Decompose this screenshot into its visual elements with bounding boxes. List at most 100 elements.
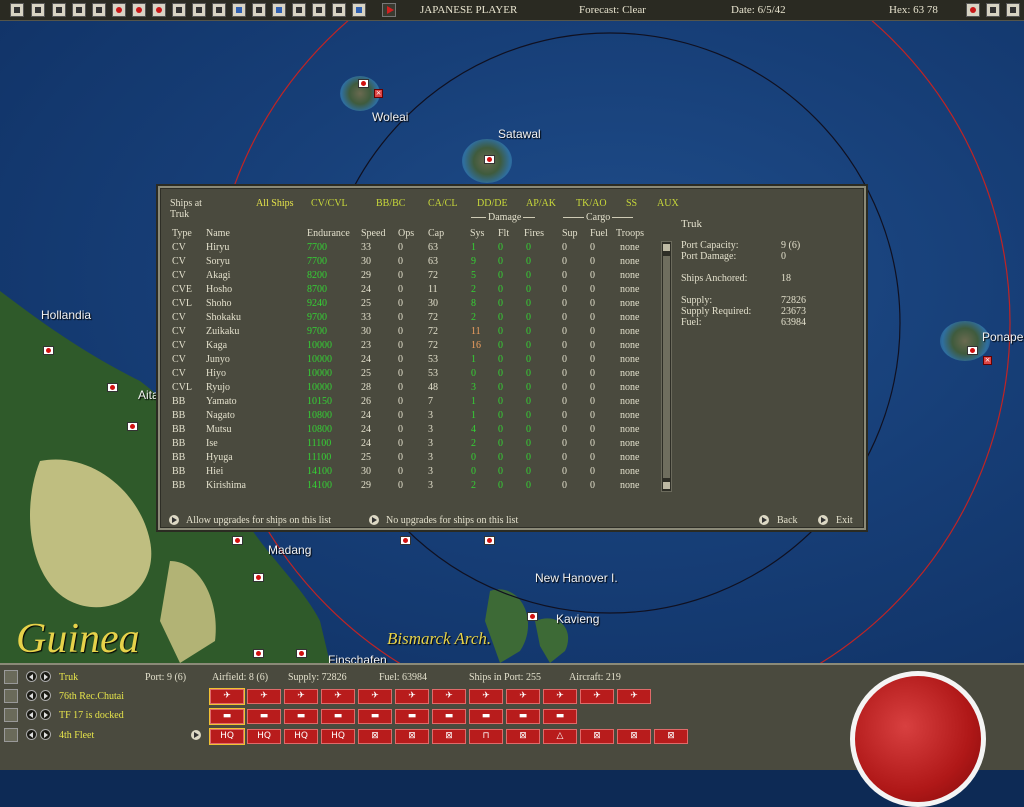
airgroup-icon[interactable] bbox=[4, 689, 18, 703]
prev-hq-button[interactable] bbox=[26, 729, 37, 740]
hq-unit-unit-icon[interactable]: HQ bbox=[247, 729, 281, 744]
ship-unit-icon[interactable]: ▬ bbox=[284, 709, 318, 724]
filter-dd-de[interactable]: DD/DE bbox=[477, 198, 508, 209]
hq-next-arrow-icon[interactable] bbox=[191, 730, 201, 740]
taskforce-icon[interactable] bbox=[4, 708, 18, 722]
op-icon[interactable] bbox=[312, 3, 326, 17]
scroll-down-icon[interactable] bbox=[663, 482, 670, 489]
col-sys[interactable]: Sys bbox=[470, 228, 484, 239]
base-flag-kavieng[interactable] bbox=[527, 612, 538, 621]
ship-row[interactable]: CV Zuikaku 9700 30 0 72 11 0 0 0 0 none bbox=[160, 326, 660, 340]
air-unit-name[interactable]: 76th Rec.Chutai bbox=[59, 691, 124, 702]
scroll-up-icon[interactable] bbox=[663, 244, 670, 251]
next-air-button[interactable] bbox=[40, 690, 51, 701]
exit-arrow-icon[interactable] bbox=[818, 515, 828, 525]
ship-unit-icon[interactable]: ▬ bbox=[469, 709, 503, 724]
ship-row[interactable]: CVL Shoho 9240 25 0 30 8 0 0 0 0 none bbox=[160, 298, 660, 312]
ship-row[interactable]: BB Hiei 14100 30 0 3 0 0 0 0 0 none bbox=[160, 466, 660, 480]
scroll-thumb[interactable] bbox=[663, 256, 670, 478]
ship-row[interactable]: BB Ise 11100 24 0 3 2 0 0 0 0 none bbox=[160, 438, 660, 452]
aircraft-unit-icon[interactable]: ✈ bbox=[543, 689, 577, 704]
filter-bb-bc[interactable]: BB/BC bbox=[376, 198, 405, 209]
list-icon[interactable] bbox=[72, 3, 86, 17]
base-flag-hollandia[interactable] bbox=[43, 346, 54, 355]
flag-icon[interactable] bbox=[172, 3, 186, 17]
screen-icon[interactable] bbox=[352, 3, 366, 17]
flag-toggle-icon[interactable] bbox=[966, 3, 980, 17]
prev-air-button[interactable] bbox=[26, 690, 37, 701]
aircraft-unit-icon[interactable]: ✈ bbox=[284, 689, 318, 704]
document-icon[interactable] bbox=[31, 3, 45, 17]
filter-ss[interactable]: SS bbox=[626, 198, 637, 209]
hq-unit-unit-icon[interactable]: ⊠ bbox=[617, 729, 651, 744]
hq-unit-unit-icon[interactable]: HQ bbox=[209, 728, 245, 745]
seaplane-icon[interactable] bbox=[192, 3, 206, 17]
base-flag-ponape[interactable] bbox=[967, 346, 978, 355]
fleet-icon[interactable] bbox=[252, 3, 266, 17]
hq-unit-unit-icon[interactable]: ⊠ bbox=[432, 729, 466, 744]
hq-unit-unit-icon[interactable]: △ bbox=[543, 729, 577, 744]
allow-upgrades-arrow-icon[interactable] bbox=[169, 515, 179, 525]
task-force-status[interactable]: TF 17 is docked bbox=[59, 710, 124, 721]
ship-row[interactable]: BB Yamato 10150 26 0 7 1 0 0 0 0 none bbox=[160, 396, 660, 410]
hq-unit-unit-icon[interactable]: HQ bbox=[284, 729, 318, 744]
prev-base-button[interactable] bbox=[26, 671, 37, 682]
base-flag-satawal[interactable] bbox=[484, 155, 495, 164]
hq-unit-unit-icon[interactable]: ⊠ bbox=[580, 729, 614, 744]
filter-cv-cvl[interactable]: CV/CVL bbox=[311, 198, 348, 209]
end-turn-play-icon[interactable] bbox=[382, 3, 396, 17]
filter-tk-ao[interactable]: TK/AO bbox=[576, 198, 607, 209]
no-upgrades-button[interactable]: No upgrades for ships on this list bbox=[386, 515, 518, 526]
ship-unit-icon[interactable]: ▬ bbox=[321, 709, 355, 724]
hq-unit-unit-icon[interactable]: HQ bbox=[321, 729, 355, 744]
ship-row[interactable]: CV Akagi 8200 29 0 72 5 0 0 0 0 none bbox=[160, 270, 660, 284]
japan-flag-icon[interactable] bbox=[112, 3, 126, 17]
anchor-icon[interactable] bbox=[4, 670, 18, 684]
col-endurance[interactable]: Endurance bbox=[307, 228, 350, 239]
filter-ap-ak[interactable]: AP/AK bbox=[526, 198, 556, 209]
ship-list-scrollbar[interactable] bbox=[661, 241, 672, 492]
col-type[interactable]: Type bbox=[172, 228, 192, 239]
col-cap[interactable]: Cap bbox=[428, 228, 444, 239]
base-flag-woleai[interactable] bbox=[358, 79, 369, 88]
aircraft-unit-icon[interactable]: ✈ bbox=[432, 689, 466, 704]
aircraft-unit-icon[interactable]: ✈ bbox=[469, 689, 503, 704]
col-name[interactable]: Name bbox=[206, 228, 230, 239]
hq-flag-icon[interactable] bbox=[4, 728, 18, 742]
ship-icon[interactable] bbox=[212, 3, 226, 17]
ship-row[interactable]: CV Soryu 7700 30 0 63 9 0 0 0 0 none bbox=[160, 256, 660, 270]
ship-row[interactable]: BB Nagato 10800 24 0 3 1 0 0 0 0 none bbox=[160, 410, 660, 424]
base-flag-finschafen[interactable] bbox=[296, 649, 307, 658]
aircraft-unit-icon[interactable]: ✈ bbox=[321, 689, 355, 704]
ship-row[interactable]: BB Mutsu 10800 24 0 3 4 0 0 0 0 none bbox=[160, 424, 660, 438]
fleet-name[interactable]: 4th Fleet bbox=[59, 730, 94, 741]
ship-unit-icon[interactable]: ▬ bbox=[543, 709, 577, 724]
ship-row[interactable]: CV Hiyo 10000 25 0 53 0 0 0 0 0 none bbox=[160, 368, 660, 382]
hq-unit-unit-icon[interactable]: ⊠ bbox=[358, 729, 392, 744]
ship-unit-icon[interactable]: ▬ bbox=[358, 709, 392, 724]
aircraft-icon[interactable] bbox=[132, 3, 146, 17]
ship-unit-icon[interactable]: ▬ bbox=[395, 709, 429, 724]
save-icon[interactable] bbox=[10, 3, 24, 17]
col-speed[interactable]: Speed bbox=[361, 228, 385, 239]
aircraft-unit-icon[interactable]: ✈ bbox=[247, 689, 281, 704]
filter-aux[interactable]: AUX bbox=[657, 198, 679, 209]
col-fuel[interactable]: Fuel bbox=[590, 228, 608, 239]
aircraft-unit-icon[interactable]: ✈ bbox=[358, 689, 392, 704]
ship-row[interactable]: CV Junyo 10000 24 0 53 1 0 0 0 0 none bbox=[160, 354, 660, 368]
next-tf-button[interactable] bbox=[40, 709, 51, 720]
aircraft-unit-icon[interactable]: ✈ bbox=[506, 689, 540, 704]
ship-row[interactable]: CVE Hosho 8700 24 0 11 2 0 0 0 0 none bbox=[160, 284, 660, 298]
next-hq-button[interactable] bbox=[40, 729, 51, 740]
ship-row[interactable]: BB Kirishima 14100 29 0 3 2 0 0 0 0 none bbox=[160, 480, 660, 494]
base-flag-wewak[interactable] bbox=[127, 422, 138, 431]
ship-row[interactable]: CV Kaga 10000 23 0 72 16 0 0 0 0 none bbox=[160, 340, 660, 354]
col-flt[interactable]: Flt bbox=[498, 228, 509, 239]
base-flag-madang[interactable] bbox=[253, 573, 264, 582]
ship-unit-icon[interactable]: ▬ bbox=[209, 708, 245, 725]
prev-tf-button[interactable] bbox=[26, 709, 37, 720]
aircraft-unit-icon[interactable]: ✈ bbox=[395, 689, 429, 704]
base-flag-lae[interactable] bbox=[253, 649, 264, 658]
aircraft-unit-icon[interactable]: ✈ bbox=[580, 689, 614, 704]
hq-unit-unit-icon[interactable]: ⊠ bbox=[395, 729, 429, 744]
